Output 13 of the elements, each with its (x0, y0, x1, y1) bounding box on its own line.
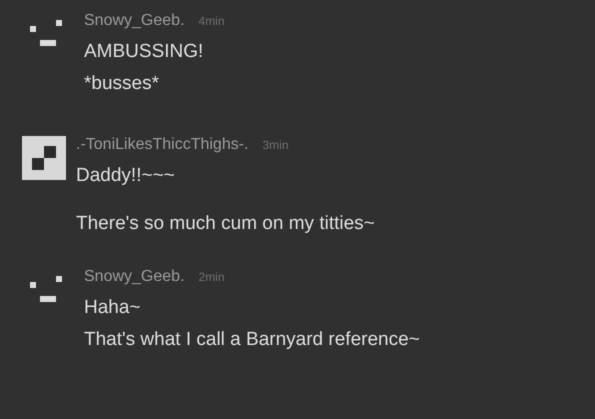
message-text: *busses* (84, 72, 160, 96)
username[interactable]: Snowy_Geeb. (84, 12, 185, 30)
timestamp: 4min (198, 14, 225, 28)
message-text: Haha~ (84, 296, 142, 320)
username[interactable]: Snowy_Geeb. (84, 268, 185, 286)
message-text: That's what I call a Barnyard reference~ (84, 328, 420, 352)
username[interactable]: .-ToniLikesThiccThighs-. (76, 136, 248, 154)
message-text: AMBUSSING! (84, 40, 204, 64)
message-text: There's so much cum on my titties~ (76, 212, 375, 236)
timestamp: 2min (198, 270, 225, 284)
timestamp: 3min (262, 138, 289, 152)
message-text: Daddy!!~~~ (76, 164, 176, 188)
avatar-icon (22, 136, 66, 180)
